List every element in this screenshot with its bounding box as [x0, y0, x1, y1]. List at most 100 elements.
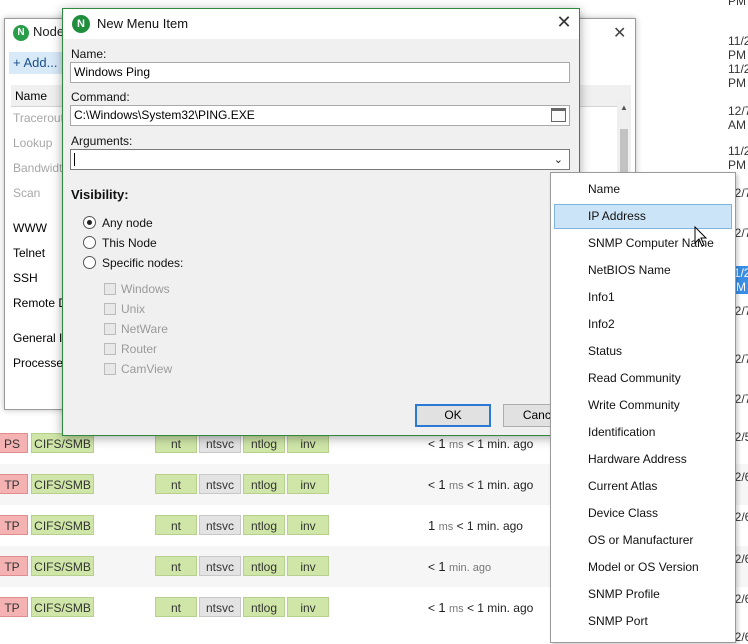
protocol-badge: CIFS/SMB [31, 556, 94, 576]
list-item[interactable]: Remote D [13, 296, 67, 310]
list-item[interactable]: General In [13, 331, 69, 345]
name-label: Name: [71, 47, 107, 61]
protocol-badge: CIFS/SMB [31, 597, 94, 617]
checkbox[interactable] [104, 363, 116, 375]
checkbox-label: Router [121, 342, 158, 356]
menu-item[interactable]: Info1 [554, 285, 732, 310]
radio-button[interactable] [83, 256, 96, 269]
menu-item[interactable]: Read Community [554, 366, 732, 391]
menu-item[interactable]: Device Class [554, 501, 732, 526]
service-badge: TP [0, 597, 28, 617]
menu-item[interactable]: Current Atlas [554, 474, 732, 499]
command-label: Command: [71, 90, 130, 104]
name-field[interactable]: Windows Ping [70, 62, 570, 83]
dialog-title: New Menu Item [97, 16, 189, 31]
close-icon[interactable]: ✕ [553, 12, 575, 33]
node-type-checkbox-windows[interactable]: Windows [104, 282, 170, 296]
menu-item[interactable]: Info2 [554, 312, 732, 337]
service-badge: TP [0, 515, 28, 535]
text-caret [74, 153, 75, 166]
visibility-radio-2[interactable]: Specific nodes: [83, 256, 183, 270]
checkbox-label: NetWare [121, 322, 168, 336]
arguments-variable-menu: Name IP Address SNMP Computer Name NetBIOS … [550, 172, 736, 643]
command-field[interactable]: C:\Windows\System32\PING.EXE [70, 105, 570, 126]
last-seen: < 1 min. ago [466, 478, 534, 492]
menu-item[interactable]: Name [554, 177, 732, 202]
menu-item[interactable]: Hardware Address [554, 447, 732, 472]
menu-item[interactable]: SNMP Port [554, 609, 732, 634]
list-item[interactable]: Processes [13, 356, 69, 370]
tag-badge: ntsvc [199, 556, 241, 576]
ping-value: 1 [438, 559, 446, 574]
tag-badge: inv [287, 597, 329, 617]
tag-badge: ntsvc [199, 597, 241, 617]
node-type-checkbox-unix[interactable]: Unix [104, 302, 145, 316]
date-cell: 12/7 AM [728, 104, 748, 132]
radio-button[interactable] [83, 236, 96, 249]
tag-badge: ntlog [243, 597, 285, 617]
arguments-combobox[interactable]: ⌄ [70, 149, 570, 170]
radio-button[interactable] [83, 216, 96, 229]
service-badge: TP [0, 556, 28, 576]
checkbox[interactable] [104, 283, 116, 295]
ping-timing: < 1 ms < 1 min. ago [428, 477, 533, 492]
list-item[interactable]: WWW [13, 221, 47, 235]
ping-value: 1 [438, 436, 446, 451]
ping-timing: < 1 ms < 1 min. ago [428, 436, 533, 451]
tag-badge: nt [155, 433, 197, 453]
folder-browse-icon[interactable] [551, 108, 566, 122]
list-item[interactable]: Lookup [13, 136, 52, 150]
date-cell: 11/2 PM [728, 34, 748, 62]
tag-badge: nt [155, 597, 197, 617]
ping-unit: min. ago [448, 562, 492, 574]
menu-item[interactable]: Write Community [554, 393, 732, 418]
tag-badge: ntlog [243, 515, 285, 535]
tag-badge: ntlog [243, 474, 285, 494]
node-type-checkbox-netware[interactable]: NetWare [104, 322, 168, 336]
visibility-label: Visibility: [71, 187, 129, 202]
ok-button[interactable]: OK [415, 404, 491, 427]
visibility-radio-1[interactable]: This Node [83, 236, 157, 250]
ping-timing: < 1 ms < 1 min. ago [428, 600, 533, 615]
list-item[interactable]: SSH [13, 271, 38, 285]
ping-prefix: < [428, 601, 436, 615]
menu-item[interactable]: Model or OS Version [554, 555, 732, 580]
scroll-up-icon[interactable]: ▲ [620, 103, 628, 112]
menu-item[interactable]: Identification [554, 420, 732, 445]
checkbox-label: CamView [121, 362, 173, 376]
protocol-badge: CIFS/SMB [31, 515, 94, 535]
node-type-checkbox-router[interactable]: Router [104, 342, 157, 356]
tag-badge: inv [287, 474, 329, 494]
list-item[interactable]: Telnet [13, 246, 45, 260]
chevron-down-icon[interactable]: ⌄ [554, 151, 563, 169]
list-item[interactable]: Scan [13, 186, 40, 200]
menu-item[interactable]: NetBIOS Name [554, 258, 732, 283]
ping-timing: 1 ms < 1 min. ago [428, 518, 523, 533]
tag-badge: inv [287, 515, 329, 535]
tag-badge: inv [287, 433, 329, 453]
service-badge: PS [0, 433, 28, 453]
tag-badge: nt [155, 515, 197, 535]
close-icon[interactable]: ✕ [613, 23, 626, 43]
add-button[interactable]: + Add... [9, 52, 69, 74]
ping-value: 1 [428, 518, 436, 533]
arguments-label: Arguments: [71, 134, 133, 148]
checkbox[interactable] [104, 343, 116, 355]
date-cell: 11/2 PM [728, 144, 748, 172]
checkbox[interactable] [104, 303, 116, 315]
menu-item[interactable]: Status [554, 339, 732, 364]
ping-unit: ms [448, 603, 464, 615]
visibility-radio-0[interactable]: Any node [83, 216, 153, 230]
tag-badge: inv [287, 556, 329, 576]
node-type-checkbox-camview[interactable]: CamView [104, 362, 172, 376]
list-item[interactable]: Bandwidth [13, 161, 69, 175]
menu-item[interactable]: SNMP Profile [554, 582, 732, 607]
ping-prefix: < [428, 437, 436, 451]
ping-prefix: < [428, 560, 436, 574]
menu-item[interactable]: OS or Manufacturer [554, 528, 732, 553]
checkbox[interactable] [104, 323, 116, 335]
mouse-cursor-icon [694, 226, 708, 247]
radio-label: Any node [102, 216, 153, 230]
ping-unit: ms [448, 439, 464, 451]
date-cell: PM [728, 0, 746, 8]
